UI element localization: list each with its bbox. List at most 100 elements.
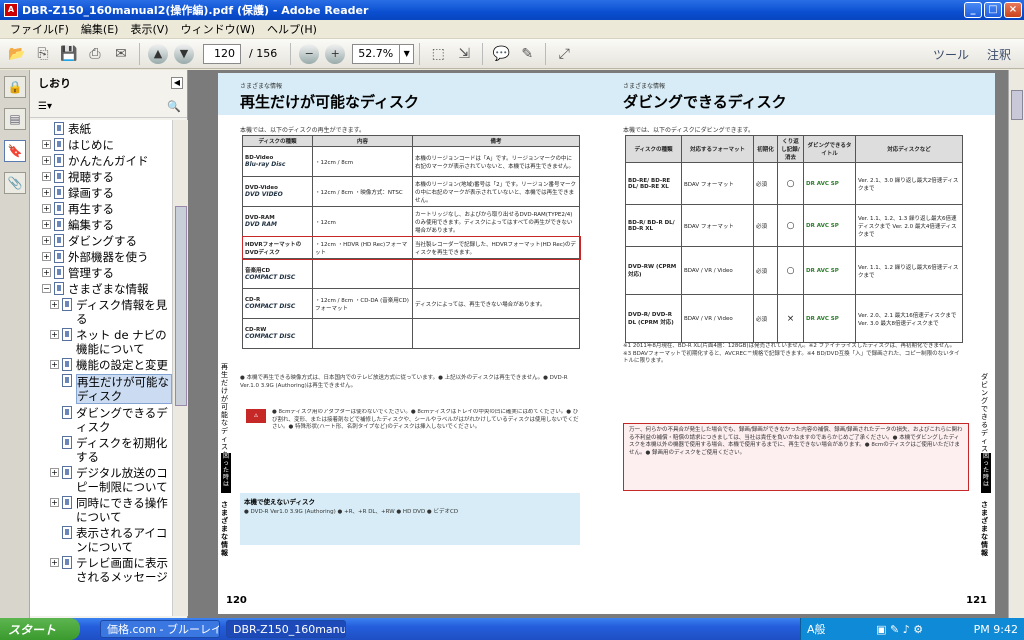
table-row: HDVRフォーマットのDVDディスク ・12cm ・HDVR (HD Rec)フォ… bbox=[241, 235, 581, 260]
comment-pane-button[interactable]: 注釈 bbox=[987, 46, 1011, 63]
disc-name: HDVRフォーマットのDVDディスク bbox=[242, 236, 313, 259]
next-page-button[interactable]: ▼ bbox=[174, 43, 194, 64]
highlight-icon[interactable]: ✎ bbox=[515, 42, 539, 66]
expand-icon[interactable]: + bbox=[42, 220, 51, 229]
expand-icon[interactable]: + bbox=[50, 498, 59, 507]
expand-icon[interactable]: + bbox=[50, 558, 59, 567]
bookmark-label: 管理する bbox=[68, 266, 114, 280]
collapse-pane-icon[interactable]: ◀ bbox=[171, 77, 183, 89]
bookmark-item[interactable]: + テレビ画面に表示されるメッセージ bbox=[30, 556, 172, 584]
fit-width-icon[interactable]: ⇲ bbox=[452, 42, 476, 66]
find-bookmark-icon[interactable]: 🔍 bbox=[167, 100, 181, 113]
bookmark-item[interactable]: + 機能の設定と変更 bbox=[30, 358, 172, 372]
bookmark-item[interactable]: + かんたんガイド bbox=[30, 154, 172, 168]
expand-icon[interactable]: + bbox=[42, 172, 51, 181]
bookmark-item[interactable]: ダビングできるディスク bbox=[30, 406, 172, 434]
note-cell bbox=[412, 318, 580, 349]
create-pdf-icon[interactable]: ⎘ bbox=[31, 42, 55, 66]
expand-icon[interactable]: + bbox=[42, 252, 51, 261]
start-button[interactable]: スタート bbox=[0, 618, 80, 640]
options-menu-icon[interactable]: ☰▾ bbox=[38, 101, 52, 112]
bookmark-item[interactable]: 再生だけが可能なディスク bbox=[30, 374, 172, 404]
previous-page-button[interactable]: ▲ bbox=[148, 43, 168, 64]
bookmarks-scrollbar[interactable] bbox=[172, 120, 188, 616]
bookmark-item[interactable]: + 外部機器を使う bbox=[30, 250, 172, 264]
expand-icon[interactable]: + bbox=[50, 360, 59, 369]
bookmark-item[interactable]: + 視聴する bbox=[30, 170, 172, 184]
tools-pane-button[interactable]: ツール bbox=[933, 46, 969, 63]
close-button[interactable]: × bbox=[1004, 2, 1022, 18]
bookmark-item[interactable]: ディスクを初期化する bbox=[30, 436, 172, 464]
bookmark-item[interactable]: − さまざまな情報 bbox=[30, 282, 172, 296]
divider bbox=[482, 42, 484, 65]
page-number-input[interactable]: 120 bbox=[203, 43, 241, 64]
bookmark-label: 表示されるアイコンについて bbox=[76, 526, 168, 554]
expand-icon[interactable]: + bbox=[50, 300, 59, 309]
bookmark-item[interactable]: + 録画する bbox=[30, 186, 172, 200]
init-cell: 必須 bbox=[753, 246, 778, 295]
bookmarks-icon[interactable]: 🔖 bbox=[4, 140, 26, 162]
bookmark-item[interactable]: + ディスク情報を見る bbox=[30, 298, 172, 326]
page-total: / 156 bbox=[249, 47, 278, 60]
taskbar-item-reader[interactable]: DBR-Z150_160manua... bbox=[226, 620, 346, 638]
bookmark-page-icon bbox=[54, 138, 64, 151]
scroll-thumb[interactable] bbox=[1011, 90, 1023, 120]
bookmark-page-icon bbox=[54, 186, 64, 199]
document-view[interactable]: さまざまな情報 再生だけが可能なディスク 本機では、以下のディスクの再生ができま… bbox=[188, 70, 1008, 618]
bookmark-item[interactable]: + 管理する bbox=[30, 266, 172, 280]
bookmark-item[interactable]: + デジタル放送のコピー制限について bbox=[30, 466, 172, 494]
ime-indicator[interactable]: A般 bbox=[807, 621, 826, 637]
menu-window[interactable]: ウィンドウ(W) bbox=[175, 21, 261, 37]
bookmark-item[interactable]: + はじめに bbox=[30, 138, 172, 152]
attachments-icon[interactable]: 📎 bbox=[4, 172, 26, 194]
expand-icon[interactable]: + bbox=[42, 156, 51, 165]
zoom-in-button[interactable]: + bbox=[325, 43, 346, 64]
print-icon[interactable]: ⎙ bbox=[83, 42, 107, 66]
clock: PM 9:42 bbox=[973, 622, 1018, 636]
bookmark-item[interactable]: + ダビングする bbox=[30, 234, 172, 248]
zoom-dropdown-icon[interactable]: ▼ bbox=[400, 43, 415, 64]
save-icon[interactable]: 💾 bbox=[57, 42, 81, 66]
maximize-button[interactable]: □ bbox=[984, 2, 1002, 18]
bookmark-label: 同時にできる操作について bbox=[76, 496, 168, 524]
expand-icon[interactable]: − bbox=[42, 284, 51, 293]
zoom-out-button[interactable]: − bbox=[299, 43, 320, 64]
expand-icon[interactable]: + bbox=[42, 268, 51, 277]
rewrite-cell: ○ bbox=[777, 246, 804, 295]
expand-icon[interactable]: + bbox=[42, 188, 51, 197]
bookmark-item[interactable]: + 再生する bbox=[30, 202, 172, 216]
page-thumbnails-icon[interactable]: ▤ bbox=[4, 108, 26, 130]
bookmark-item[interactable]: + 編集する bbox=[30, 218, 172, 232]
menu-edit[interactable]: 編集(E) bbox=[75, 21, 125, 37]
warning-box: 万一、何らかの不具合が発生した場合でも、録画/録画ができなかった内容の補償、録画… bbox=[623, 423, 969, 491]
bookmark-item[interactable]: 表示されるアイコンについて bbox=[30, 526, 172, 554]
menu-view[interactable]: 表示(V) bbox=[124, 21, 174, 37]
format-cell: BDAV / VR / Video bbox=[681, 246, 754, 295]
scroll-thumb[interactable] bbox=[175, 206, 187, 406]
tray-icons[interactable]: ▣ ✎ ♪ ⚙ bbox=[876, 623, 923, 636]
document-scrollbar[interactable] bbox=[1008, 70, 1024, 618]
expand-icon[interactable]: + bbox=[42, 140, 51, 149]
expand-icon[interactable]: + bbox=[42, 204, 51, 213]
open-icon[interactable]: 📂 bbox=[5, 42, 29, 66]
note-cell: 本機のリージョン(地域)番号は「2」です。リージョン番号マークの中に右記のマーク… bbox=[412, 176, 580, 207]
expand-icon[interactable]: + bbox=[50, 330, 59, 339]
content-cell-text: ・12cm bbox=[315, 219, 336, 226]
email-icon[interactable]: ✉ bbox=[109, 42, 133, 66]
minimize-button[interactable]: _ bbox=[964, 2, 982, 18]
menu-help[interactable]: ヘルプ(H) bbox=[261, 21, 323, 37]
disc-name: DVD-R/ DVD-R DL (CPRM 対応) bbox=[625, 294, 682, 343]
bookmark-item[interactable]: + ネット de ナビの機能について bbox=[30, 328, 172, 356]
lock-icon[interactable]: 🔒 bbox=[4, 76, 26, 98]
expand-icon[interactable]: + bbox=[50, 468, 59, 477]
note-cell: ディスクによっては、再生できない場合があります。 bbox=[412, 288, 580, 319]
bookmark-item[interactable]: 表紙 bbox=[30, 122, 172, 136]
menu-file[interactable]: ファイル(F) bbox=[4, 21, 75, 37]
zoom-input[interactable]: 52.7% bbox=[352, 43, 401, 64]
expand-icon[interactable]: + bbox=[42, 236, 51, 245]
fit-page-icon[interactable]: ⬚ bbox=[426, 42, 450, 66]
bookmark-item[interactable]: + 同時にできる操作について bbox=[30, 496, 172, 524]
taskbar-item-browser[interactable]: 価格.com - ブルーレイ... bbox=[100, 620, 220, 638]
full-screen-icon[interactable]: ⤢ bbox=[552, 42, 576, 66]
sticky-note-icon[interactable]: 💬 bbox=[489, 42, 513, 66]
